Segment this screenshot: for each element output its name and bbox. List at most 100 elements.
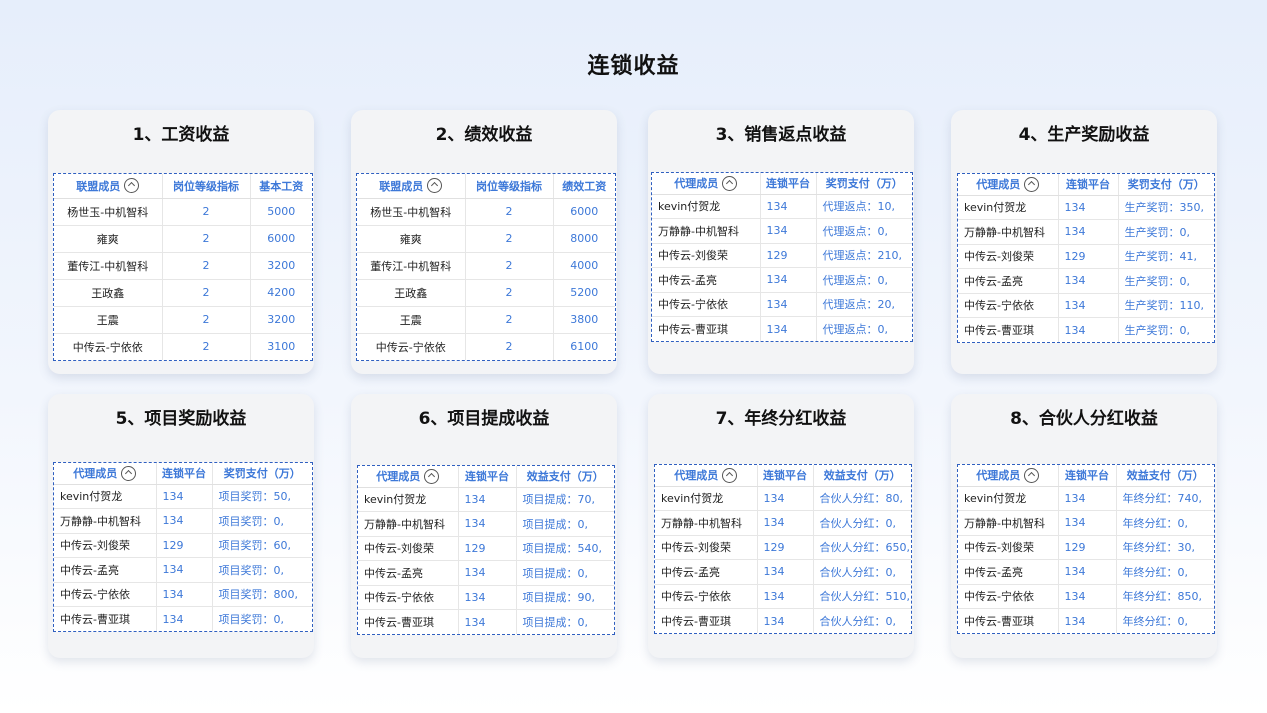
table-row: 中传云-宁依依 134 年终分红：850, [958, 583, 1214, 609]
amount-cell: 代理返点：210, [815, 242, 912, 268]
amount-cell: 项目奖罚：800, [211, 581, 312, 607]
sort-toggle-icon[interactable] [1024, 176, 1040, 192]
level-cell: 134 [1057, 608, 1116, 633]
level-cell: 134 [155, 606, 212, 631]
table-row: kevin付贺龙 134 年终分红：740, [958, 485, 1214, 511]
member-cell: 万静静-中机智科 [358, 511, 458, 536]
sort-toggle-icon[interactable] [722, 467, 738, 483]
column-header[interactable]: 代理成员 [958, 465, 1058, 487]
card-3: 3、销售返点收益 代理成员 连锁平台 奖罚支付（万） kevin付贺龙 134 代理返点：1… [648, 110, 914, 374]
amount-cell: 6000 [552, 197, 615, 225]
member-cell: 中传云-孟亮 [652, 267, 760, 292]
table-row: 中传云-曹亚琪 134 项目提成：0, [358, 609, 614, 634]
member-cell: kevin付贺龙 [958, 194, 1058, 220]
amount-cell: 代理返点：10, [815, 193, 912, 219]
column-header[interactable]: 联盟成员 [357, 174, 465, 199]
table-row: 万静静-中机智科 134 合伙人分红：0, [655, 510, 911, 535]
column-header-label: 绩效工资 [562, 179, 607, 193]
amount-cell: 3200 [249, 305, 312, 333]
income-table: 代理成员 连锁平台 奖罚支付（万） kevin付贺龙 134 生产奖罚：350, 万静静-中… [957, 173, 1215, 343]
level-cell: 2 [161, 224, 250, 252]
sort-toggle-icon[interactable] [124, 178, 140, 193]
column-header: 效益支付（万） [812, 465, 911, 487]
column-header[interactable]: 代理成员 [655, 465, 757, 487]
member-cell: 董传江-中机智科 [357, 251, 465, 279]
level-cell: 134 [1057, 194, 1118, 220]
amount-cell: 项目奖罚：0, [211, 508, 312, 533]
level-cell: 134 [457, 560, 516, 585]
member-cell: 万静静-中机智科 [652, 218, 760, 243]
column-header-label: 奖罚支付（万） [223, 467, 301, 481]
card-title: 6、项目提成收益 [418, 409, 550, 429]
column-header: 连锁平台 [756, 465, 813, 487]
amount-cell: 合伙人分红：0, [812, 559, 911, 584]
amount-cell: 年终分红：0, [1115, 559, 1214, 584]
column-header[interactable]: 代理成员 [54, 463, 156, 485]
amount-cell: 5000 [249, 197, 312, 225]
column-header[interactable]: 代理成员 [358, 466, 458, 488]
member-cell: 杨世玉-中机智科 [357, 197, 465, 225]
member-cell: 中传云-刘俊荣 [655, 534, 757, 560]
sort-toggle-icon[interactable] [1024, 467, 1040, 483]
amount-cell: 项目提成：540, [515, 535, 614, 561]
column-header: 基本工资 [249, 174, 312, 199]
column-header-label: 联盟成员 [379, 179, 424, 193]
amount-cell: 6000 [249, 224, 312, 252]
column-header-label: 代理成员 [976, 178, 1021, 191]
sort-toggle-icon[interactable] [722, 175, 738, 191]
level-cell: 129 [756, 534, 813, 560]
column-header[interactable]: 代理成员 [958, 174, 1058, 196]
table-row: 杨世玉-中机智科 2 6000 [357, 197, 615, 225]
income-table: 联盟成员 岗位等级指标 绩效工资 杨世玉-中机智科 2 6000 雍爽 2 8000 董传江-中机… [356, 173, 616, 361]
amount-cell: 合伙人分红：0, [812, 510, 911, 535]
member-cell: 王震 [357, 305, 465, 333]
column-header: 奖罚支付（万） [1117, 174, 1214, 196]
sort-toggle-icon[interactable] [121, 465, 137, 481]
table-row: 王震 2 3200 [54, 305, 312, 333]
level-cell: 134 [759, 267, 816, 292]
amount-cell: 项目提成：0, [515, 560, 614, 585]
amount-cell: 3200 [249, 251, 312, 279]
column-header[interactable]: 代理成员 [652, 173, 760, 195]
column-header: 奖罚支付（万） [211, 463, 312, 485]
level-cell: 2 [161, 305, 250, 333]
column-header: 效益支付（万） [515, 466, 614, 488]
level-cell: 2 [464, 197, 553, 225]
member-cell: 中传云-刘俊荣 [958, 243, 1058, 269]
level-cell: 2 [161, 251, 250, 279]
card-title: 7、年终分红收益 [715, 409, 847, 429]
column-header: 连锁平台 [1057, 465, 1116, 487]
column-header-label: 效益支付（万） [1126, 469, 1204, 483]
table-row: 万静静-中机智科 134 项目奖罚：0, [54, 508, 312, 533]
column-header[interactable]: 联盟成员 [54, 174, 162, 199]
income-table: 代理成员 连锁平台 效益支付（万） kevin付贺龙 134 项目提成：70, 万静静-中机… [357, 465, 615, 635]
table-row: 中传云-曹亚琪 134 生产奖罚：0, [958, 317, 1214, 342]
sort-toggle-icon[interactable] [427, 178, 443, 193]
amount-cell: 6100 [552, 332, 615, 360]
level-cell: 134 [1057, 583, 1116, 609]
card-2: 2、绩效收益 联盟成员 岗位等级指标 绩效工资 杨世玉-中机智科 2 6000 雍爽 2 8000… [351, 110, 617, 374]
amount-cell: 项目奖罚：0, [211, 606, 312, 631]
member-cell: 中传云-曹亚琪 [655, 608, 757, 633]
amount-cell: 项目奖罚：60, [211, 532, 312, 558]
level-cell: 134 [1057, 292, 1118, 318]
column-header-label: 代理成员 [73, 467, 118, 480]
member-cell: 杨世玉-中机智科 [54, 197, 162, 225]
column-header-label: 基本工资 [259, 179, 304, 193]
amount-cell: 8000 [552, 224, 615, 252]
card-1: 1、工资收益 联盟成员 岗位等级指标 基本工资 杨世玉-中机智科 2 5000 雍爽 2 6000… [48, 110, 314, 374]
table-row: 中传云-曹亚琪 134 代理返点：0, [652, 316, 912, 341]
table-row: 中传云-宁依依 134 项目奖罚：800, [54, 581, 312, 607]
level-cell: 134 [759, 316, 816, 341]
amount-cell: 3800 [552, 305, 615, 333]
level-cell: 2 [464, 332, 553, 360]
level-cell: 134 [759, 291, 816, 317]
column-header-label: 代理成员 [376, 470, 421, 483]
sort-toggle-icon[interactable] [424, 468, 440, 484]
level-cell: 2 [464, 278, 553, 306]
amount-cell: 年终分红：0, [1115, 510, 1214, 535]
card-title: 5、项目奖励收益 [115, 409, 247, 429]
level-cell: 134 [1057, 317, 1118, 342]
member-cell: 中传云-孟亮 [958, 268, 1058, 293]
member-cell: 中传云-曹亚琪 [358, 609, 458, 634]
